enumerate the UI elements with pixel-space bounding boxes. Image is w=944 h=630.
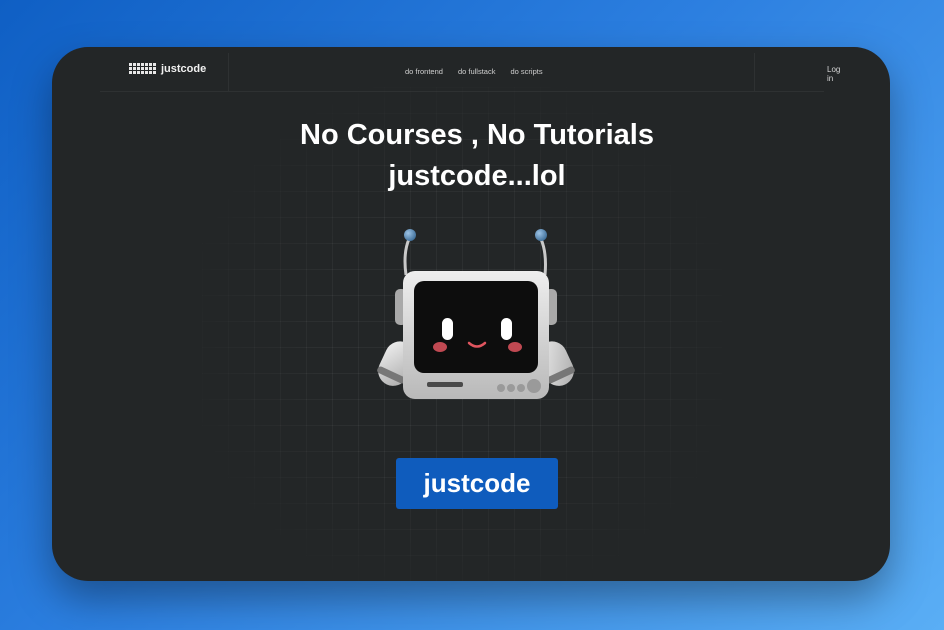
login-link[interactable]: Log in (827, 65, 840, 83)
nav-link-fullstack[interactable]: do fullstack (458, 67, 496, 76)
brand-logo[interactable]: justcode (129, 63, 206, 75)
app-window: justcode do frontend do fullstack do scr… (52, 47, 890, 581)
hero-headline: No Courses , No Tutorials justcode...lol (52, 115, 890, 197)
robot-mascot-image (377, 229, 575, 399)
justcode-cta-button[interactable]: justcode (396, 458, 558, 509)
nav-link-frontend[interactable]: do frontend (405, 67, 443, 76)
brand-name: justcode (161, 63, 207, 75)
top-navbar: justcode do frontend do fullstack do scr… (100, 47, 840, 92)
nav-links: do frontend do fullstack do scripts (405, 67, 543, 76)
nav-divider (754, 53, 755, 91)
nav-link-scripts[interactable]: do scripts (510, 67, 542, 76)
headline-line-2: justcode...lol (388, 160, 566, 192)
keyboard-icon (129, 63, 156, 75)
headline-line-1: No Courses , No Tutorials (300, 119, 654, 151)
nav-divider (228, 53, 229, 91)
